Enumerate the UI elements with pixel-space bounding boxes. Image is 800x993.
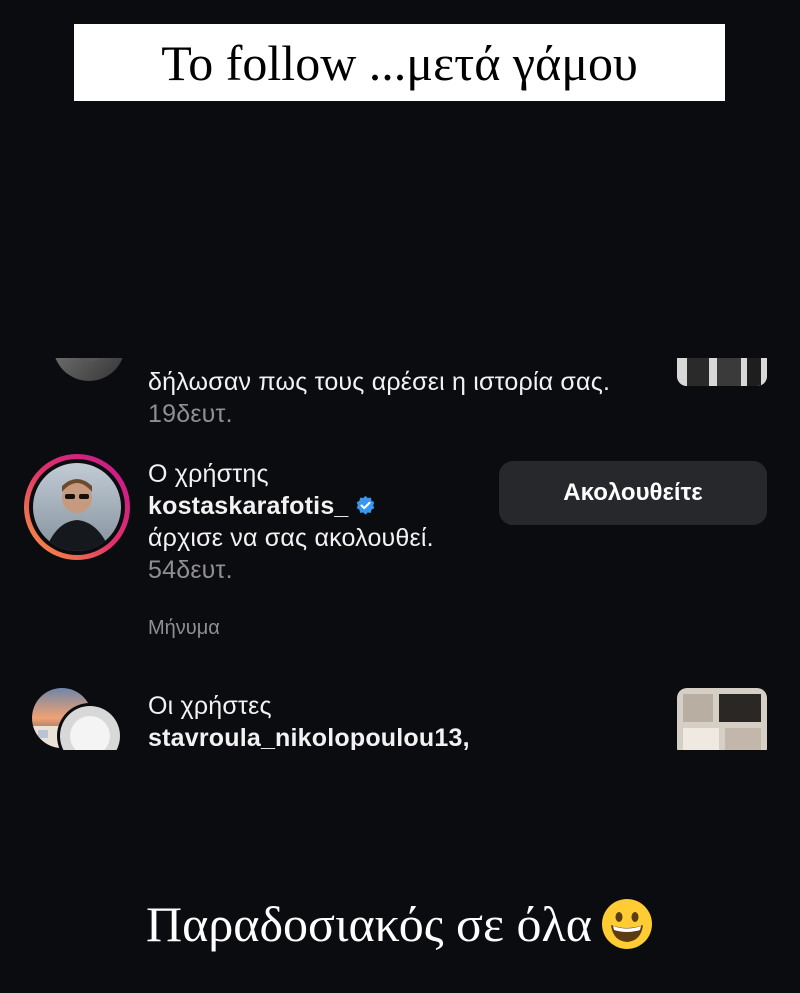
notification-text: Οι χρήστες stavroula_nikolopoulou13, [148, 690, 648, 750]
timestamp: 54δευτ. [148, 556, 233, 584]
following-button[interactable]: Ακολουθείτε [499, 461, 767, 525]
avatar[interactable] [22, 452, 132, 562]
caption-text: Παραδοσιακός σε όλα [146, 896, 592, 952]
story-thumbnail[interactable] [677, 358, 767, 386]
grinning-face-icon [601, 899, 652, 949]
notifications-list: δήλωσαν πως τους αρέσει η ιστορία σας. 1… [0, 358, 800, 750]
title-banner: To follow ...μετά γάμου [74, 24, 725, 101]
username-link[interactable]: stavroula_nikolopoulou13, [148, 722, 648, 750]
username-link[interactable]: kostaskarafotis_ [148, 492, 349, 520]
avatar[interactable] [52, 358, 126, 382]
timestamp: 19δευτ. [148, 400, 233, 428]
caption: Παραδοσιακός σε όλα [0, 895, 800, 953]
group-avatar[interactable] [32, 688, 124, 750]
message-link[interactable]: Μήνυμα [148, 617, 220, 640]
notification-text: Ο χρήστης kostaskarafotis_ άρχισε να σας… [148, 458, 468, 586]
page-title: To follow ...μετά γάμου [161, 34, 638, 91]
notification-text: δήλωσαν πως τους αρέσει η ιστορία σας. 1… [148, 368, 611, 428]
story-thumbnail[interactable] [677, 688, 767, 750]
verified-badge-icon [356, 495, 374, 515]
